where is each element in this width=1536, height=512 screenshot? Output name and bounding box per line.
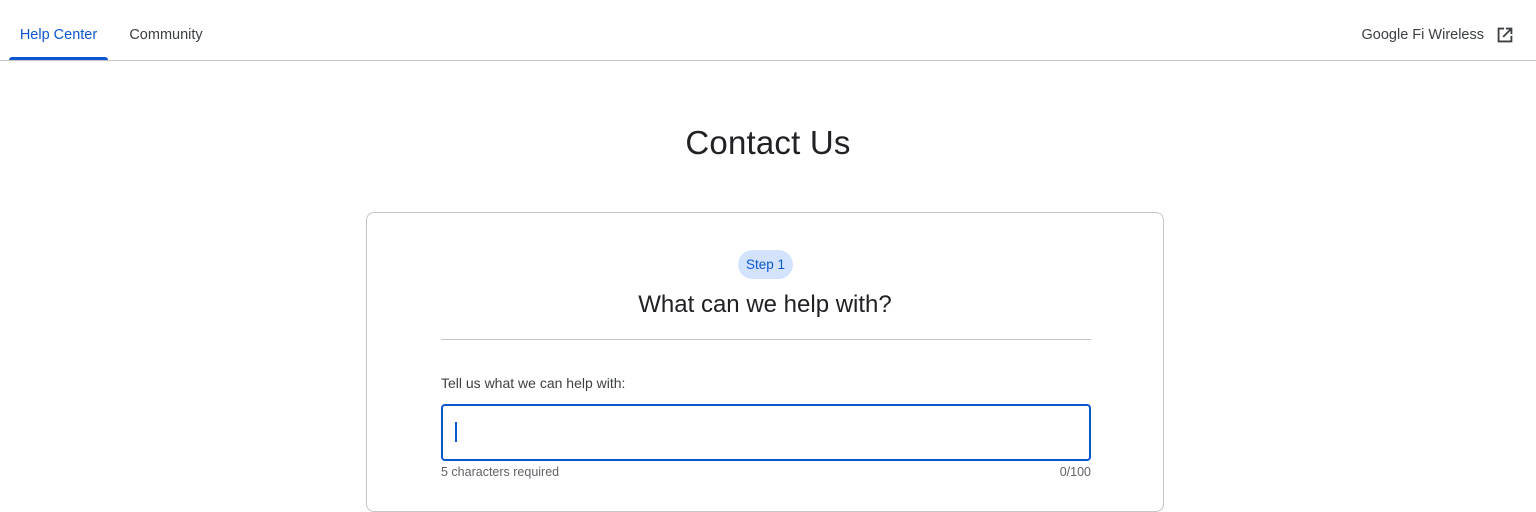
tab-community[interactable]: Community xyxy=(117,0,215,61)
tab-help-center[interactable]: Help Center xyxy=(9,0,108,61)
google-fi-wireless-link[interactable]: Google Fi Wireless xyxy=(1362,0,1516,61)
step-heading: What can we help with? xyxy=(638,291,892,318)
top-navigation-bar: Help Center Community Google Fi Wireless xyxy=(0,0,1536,61)
issue-field-label: Tell us what we can help with: xyxy=(441,375,626,391)
divider xyxy=(441,339,1091,340)
page-title: Contact Us xyxy=(685,124,851,161)
step-badge: Step 1 xyxy=(738,250,793,279)
character-counter: 0/100 xyxy=(1059,465,1091,479)
text-cursor xyxy=(455,422,457,442)
open-in-new-icon xyxy=(1497,27,1513,42)
contact-form-card: Step 1 What can we help with? Tell us wh… xyxy=(366,212,1164,512)
issue-input[interactable] xyxy=(441,404,1091,461)
helper-text: 5 characters required xyxy=(441,465,560,479)
product-link-label: Google Fi Wireless xyxy=(1361,26,1484,43)
active-tab-indicator xyxy=(9,57,108,60)
